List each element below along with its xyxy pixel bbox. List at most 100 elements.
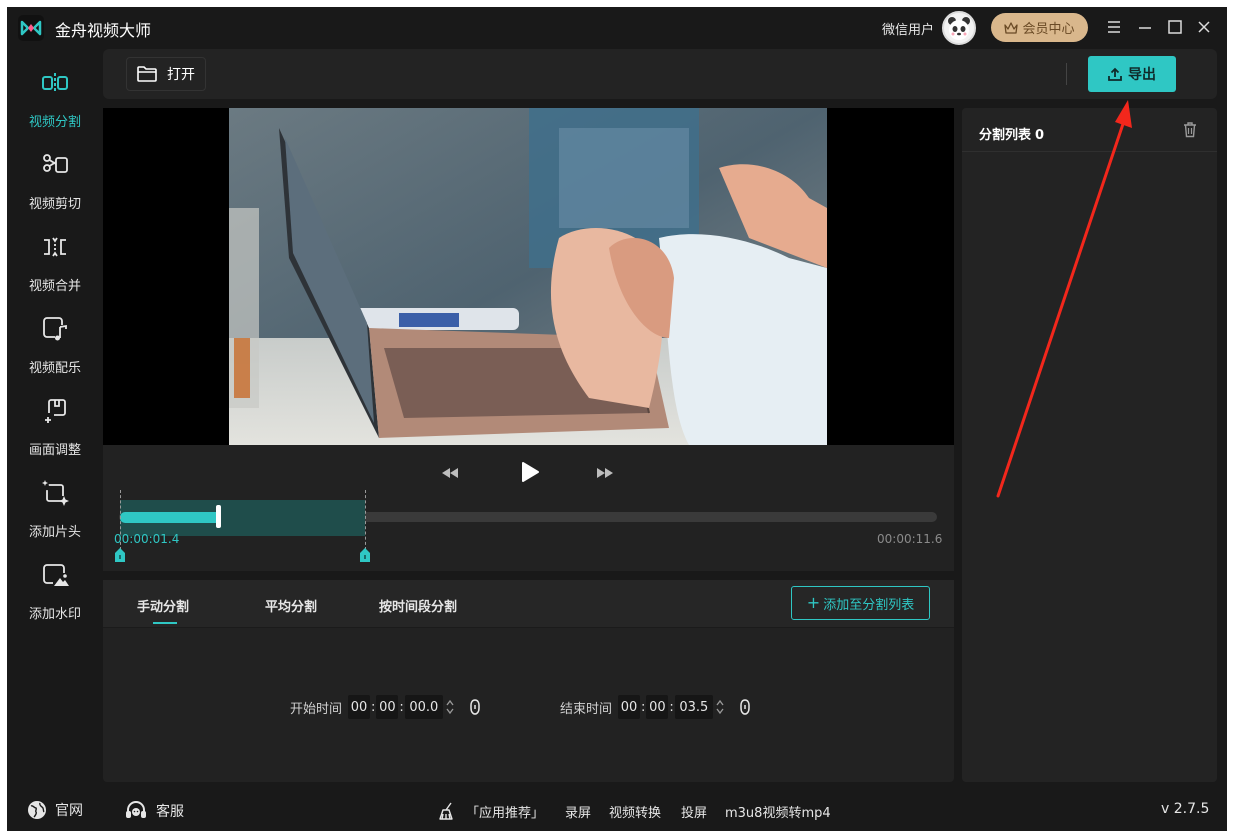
sidebar-item-label: 添加片头 <box>28 525 81 540</box>
app-window: 金舟视频大师 微信用户 会员中心 视频分割 视频剪切 视频合并 视频配乐 画面调… <box>7 7 1227 831</box>
crop-icon <box>45 399 66 423</box>
start-seconds-field[interactable]: 00.0 <box>404 695 443 719</box>
start-marker-handle[interactable] <box>115 548 125 562</box>
merge-icon <box>44 237 66 257</box>
website-label: 官网 <box>55 803 83 819</box>
close-icon[interactable] <box>1194 17 1214 37</box>
add-to-split-list-button[interactable]: + 添加至分割列表 <box>791 586 930 620</box>
start-minutes-field[interactable]: 00 <box>376 695 399 719</box>
vip-center-button[interactable]: 会员中心 <box>991 13 1088 42</box>
open-file-button[interactable]: 打开 <box>126 57 206 91</box>
start-lock-icon[interactable] <box>469 699 481 715</box>
end-seconds-field[interactable]: 03.5 <box>674 695 713 719</box>
sidebar-item-label: 视频合并 <box>28 279 81 294</box>
split-list-count: 0 <box>1035 128 1045 143</box>
sidebar-item-label: 视频剪切 <box>28 197 81 212</box>
time-separator: : <box>399 699 404 715</box>
sidebar: 视频分割 视频剪切 视频合并 视频配乐 画面调整 添加片头 添加水印 <box>7 49 103 789</box>
sidebar-item-label: 视频配乐 <box>28 361 81 376</box>
plus-icon: + <box>806 593 821 612</box>
video-player[interactable] <box>103 108 954 445</box>
maximize-icon[interactable] <box>1165 17 1185 37</box>
end-hours-field[interactable]: 00 <box>618 695 641 719</box>
end-time-group: 结束时间 00 : 00 : 03.5 <box>560 694 751 720</box>
footer-link-video-convert[interactable]: 视频转换 <box>609 802 661 821</box>
version-label: v 2.7.5 <box>1161 801 1210 817</box>
broom-icon <box>439 802 453 820</box>
toolbar: 打开 导出 <box>103 49 1217 99</box>
footer-bar: 官网 客服 「应用推荐」 录屏 视频转换 投屏 m3u8视频转mp4 v 2.7… <box>7 789 1227 831</box>
active-tab-indicator <box>153 622 177 624</box>
sidebar-item-label: 添加水印 <box>28 607 81 622</box>
end-lock-icon[interactable] <box>739 699 751 715</box>
export-label: 导出 <box>1128 67 1156 83</box>
avatar[interactable] <box>942 11 976 45</box>
sidebar-item-label: 视频分割 <box>28 115 81 130</box>
tab-time-range-split[interactable]: 按时间段分割 <box>379 596 457 615</box>
app-title: 金舟视频大师 <box>55 21 152 40</box>
user-name[interactable]: 微信用户 <box>882 19 934 38</box>
playhead[interactable] <box>216 505 221 528</box>
website-link[interactable]: 官网 <box>27 800 83 820</box>
play-icon[interactable] <box>520 461 540 483</box>
start-time-group: 开始时间 00 : 00 : 00.0 <box>290 694 481 720</box>
sidebar-item-add-intro[interactable]: 添加片头 <box>7 467 103 549</box>
trash-icon[interactable] <box>1183 121 1197 138</box>
timeline-progress <box>120 512 218 523</box>
end-time-label: 结束时间 <box>560 701 613 717</box>
tab-even-split[interactable]: 平均分割 <box>265 596 317 615</box>
add-to-split-list-label: 添加至分割列表 <box>823 597 915 613</box>
vip-center-label: 会员中心 <box>1022 22 1075 37</box>
sidebar-item-video-split[interactable]: 视频分割 <box>7 57 103 139</box>
watermark-icon <box>43 564 69 586</box>
current-time: 00:00:01.4 <box>114 532 180 546</box>
start-time-label: 开始时间 <box>290 701 343 717</box>
fast-forward-icon[interactable] <box>596 467 614 479</box>
start-time-spinner-icon[interactable] <box>445 697 455 717</box>
support-link[interactable]: 客服 <box>124 800 184 822</box>
split-list-title-text: 分割列表 <box>979 128 1032 143</box>
menu-icon[interactable] <box>1104 17 1124 37</box>
tab-manual-split[interactable]: 手动分割 <box>137 596 189 615</box>
support-label: 客服 <box>156 804 184 820</box>
split-list-title: 分割列表 0 <box>979 124 1044 143</box>
time-separator: : <box>669 699 674 715</box>
headset-icon <box>126 801 146 818</box>
app-recommend-label: 「应用推荐」 <box>466 806 545 821</box>
split-settings-panel: 手动分割 平均分割 按时间段分割 + 添加至分割列表 开始时间 00 : 00 … <box>103 580 954 782</box>
music-icon <box>43 317 67 341</box>
total-time: 00:00:11.6 <box>877 532 943 546</box>
toolbar-divider <box>1066 63 1067 85</box>
split-icon <box>42 73 68 93</box>
minimize-icon[interactable] <box>1135 17 1155 37</box>
selection-end-line <box>365 490 366 550</box>
footer-link-screen-cast[interactable]: 投屏 <box>681 802 707 821</box>
upload-icon <box>1108 67 1122 81</box>
app-logo-icon <box>18 15 44 41</box>
sidebar-item-add-watermark[interactable]: 添加水印 <box>7 549 103 631</box>
end-minutes-field[interactable]: 00 <box>646 695 669 719</box>
split-mode-tabs: 手动分割 平均分割 按时间段分割 + 添加至分割列表 <box>103 580 954 628</box>
open-file-label: 打开 <box>167 67 195 83</box>
rewind-icon[interactable] <box>441 467 459 479</box>
folder-icon <box>137 66 157 82</box>
sidebar-item-video-merge[interactable]: 视频合并 <box>7 221 103 303</box>
footer-link-screen-record[interactable]: 录屏 <box>565 802 591 821</box>
export-button[interactable]: 导出 <box>1088 56 1176 92</box>
sidebar-item-label: 画面调整 <box>28 443 81 458</box>
sidebar-item-video-music[interactable]: 视频配乐 <box>7 303 103 385</box>
start-hours-field[interactable]: 00 <box>348 695 371 719</box>
globe-icon <box>28 801 46 819</box>
sparkle-icon <box>42 480 69 506</box>
playback-controls: 00:00:01.4 00:00:11.6 <box>103 445 954 571</box>
end-time-spinner-icon[interactable] <box>715 697 725 717</box>
sidebar-item-video-cut[interactable]: 视频剪切 <box>7 139 103 221</box>
title-bar: 金舟视频大师 微信用户 会员中心 <box>7 7 1227 49</box>
crown-icon <box>1004 21 1019 34</box>
end-marker-handle[interactable] <box>360 548 370 562</box>
footer-link-m3u8-to-mp4[interactable]: m3u8视频转mp4 <box>725 802 831 821</box>
split-list-divider <box>962 151 1217 152</box>
scissors-icon <box>43 154 68 173</box>
sidebar-item-picture-adjust[interactable]: 画面调整 <box>7 385 103 467</box>
video-preview-image <box>229 108 827 445</box>
